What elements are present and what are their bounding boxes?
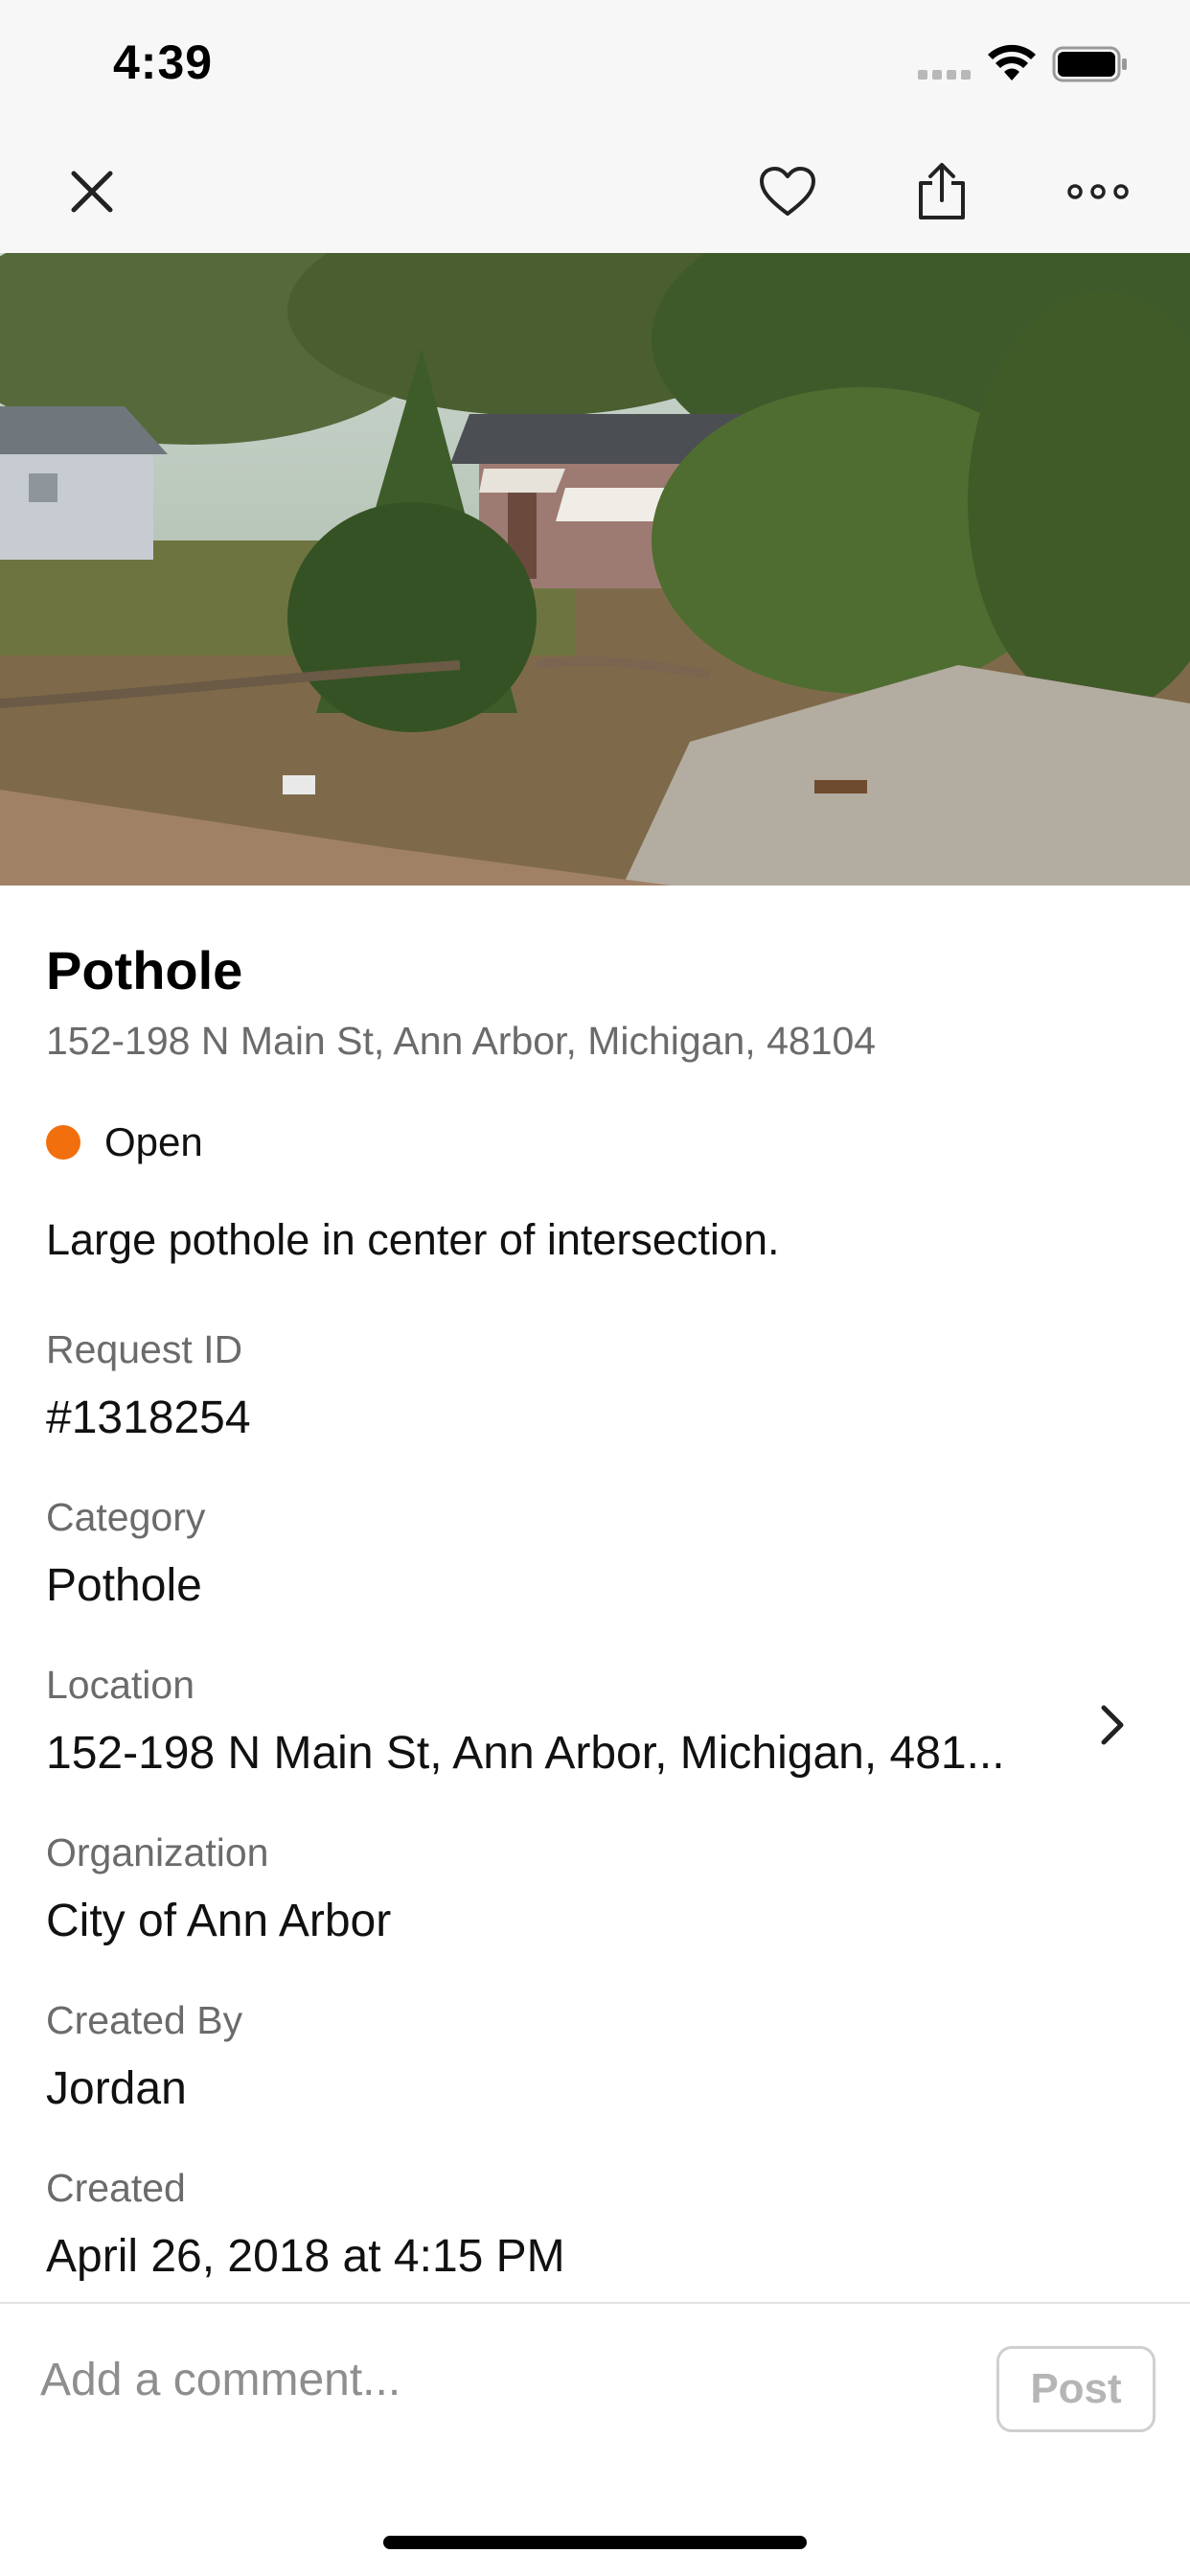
battery-icon [1052, 46, 1127, 82]
comment-divider [0, 2302, 1190, 2304]
heart-icon [760, 167, 815, 216]
share-icon [919, 163, 965, 219]
close-button[interactable] [54, 153, 130, 230]
post-button[interactable]: Post [996, 2346, 1156, 2432]
location-value[interactable]: 152-198 N Main St, Ann Arbor, Michigan, … [46, 1727, 1005, 1780]
status-label: Open [104, 1119, 203, 1164]
created-value: April 26, 2018 at 4:15 PM [46, 2231, 565, 2282]
category-value: Pothole [46, 1560, 202, 1611]
location-label: Location [46, 1663, 195, 1707]
request-address: 152-198 N Main St, Ann Arbor, Michigan, … [46, 1019, 877, 1063]
close-icon [71, 171, 113, 213]
comment-input[interactable] [40, 2346, 960, 2413]
favorite-button[interactable] [749, 153, 826, 230]
chevron-right-icon[interactable] [1094, 1702, 1129, 1748]
home-indicator[interactable] [383, 2536, 807, 2549]
request-photo[interactable] [0, 253, 1190, 886]
created-label: Created [46, 2166, 186, 2210]
category-label: Category [46, 1495, 206, 1539]
navigation-bar [0, 126, 1190, 253]
request-id-label: Request ID [46, 1327, 243, 1371]
wifi-icon [988, 44, 1036, 80]
status-dot [46, 1125, 80, 1160]
request-title: Pothole [46, 940, 243, 1000]
more-button[interactable] [1060, 153, 1136, 230]
share-button[interactable] [904, 153, 980, 230]
organization-label: Organization [46, 1830, 269, 1874]
cellular-signal-icon [918, 67, 975, 80]
status-time: 4:39 [113, 35, 214, 89]
created-by-label: Created By [46, 1998, 243, 2042]
created-by-value: Jordan [46, 2063, 187, 2114]
request-id-value: #1318254 [46, 1392, 251, 1443]
more-horizontal-icon [1067, 184, 1129, 199]
request-description: Large pothole in center of intersection. [46, 1215, 780, 1264]
organization-value: City of Ann Arbor [46, 1896, 392, 1946]
status-indicator: Open [46, 1117, 203, 1167]
